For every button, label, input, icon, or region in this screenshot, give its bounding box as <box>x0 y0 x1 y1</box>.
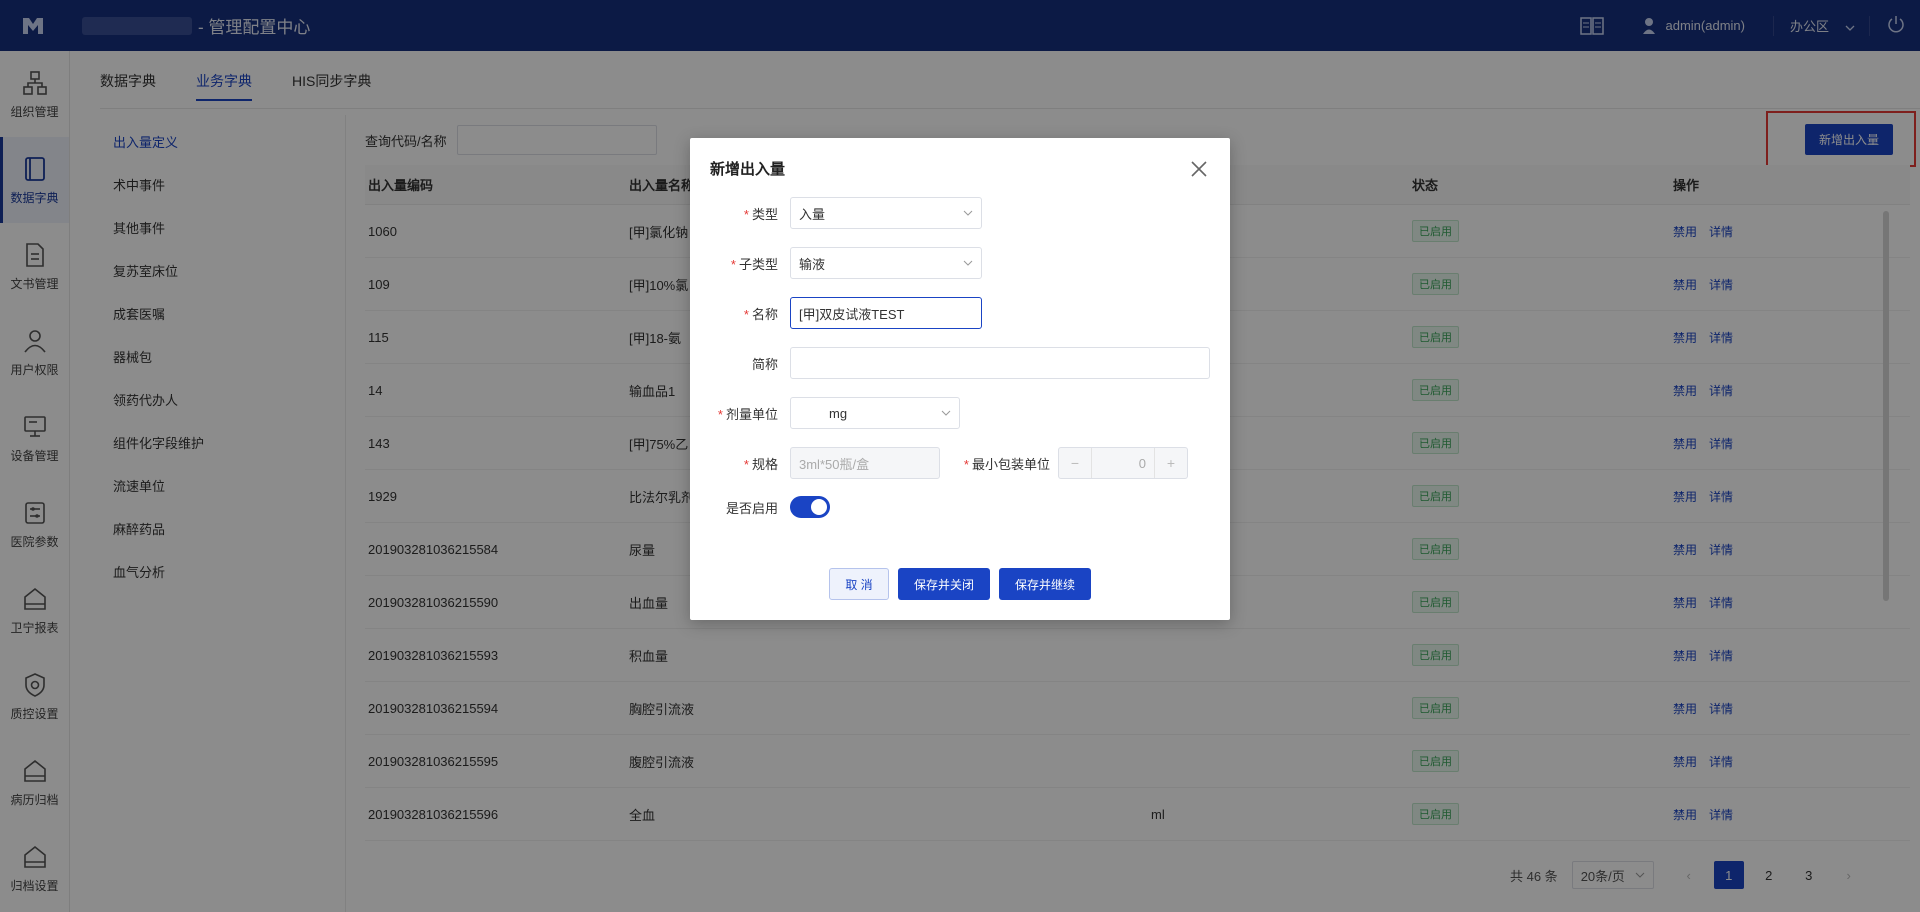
add-intake-output-dialog: 新增出入量 * 类型 入量 * 子类型 输液 * 名称 [甲]双皮试液TEST 简称 … <box>690 138 1230 620</box>
enabled-toggle[interactable] <box>790 496 830 518</box>
increment-button[interactable]: + <box>1155 448 1187 478</box>
enabled-label: 是否启用 <box>725 500 778 516</box>
save-close-button[interactable]: 保存并关闭 <box>898 568 990 600</box>
chevron-down-icon <box>963 210 973 216</box>
close-icon[interactable] <box>1190 160 1208 178</box>
dose-unit-select[interactable]: mg <box>790 397 960 429</box>
dialog-title: 新增出入量 <box>710 161 786 178</box>
short-name-input[interactable] <box>790 347 1210 379</box>
chevron-down-icon <box>963 260 973 266</box>
save-continue-button[interactable]: 保存并继续 <box>999 568 1091 600</box>
dose-unit-value: mg <box>829 405 848 421</box>
type-value: 入量 <box>799 206 826 222</box>
min-pack-label: * 最小包装单位 <box>963 456 1050 472</box>
subtype-value: 输液 <box>799 256 826 272</box>
spec-label: * 规格 <box>743 456 778 472</box>
cancel-button[interactable]: 取 消 <box>829 568 889 600</box>
decrement-button[interactable]: − <box>1059 448 1091 478</box>
subtype-label: * 子类型 <box>730 256 778 272</box>
name-label: * 名称 <box>743 306 778 322</box>
chevron-down-icon <box>941 410 951 416</box>
subtype-select[interactable]: 输液 <box>790 247 982 279</box>
type-select[interactable]: 入量 <box>790 197 982 229</box>
spec-input[interactable]: 3ml*50瓶/盒 <box>790 447 940 479</box>
min-pack-stepper[interactable]: − 0 + <box>1058 447 1188 479</box>
name-input[interactable]: [甲]双皮试液TEST <box>790 297 982 329</box>
dose-unit-label: * 剂量单位 <box>717 406 778 422</box>
short-name-label: 简称 <box>751 356 778 372</box>
min-pack-value[interactable]: 0 <box>1091 448 1155 478</box>
type-label: * 类型 <box>743 206 778 222</box>
